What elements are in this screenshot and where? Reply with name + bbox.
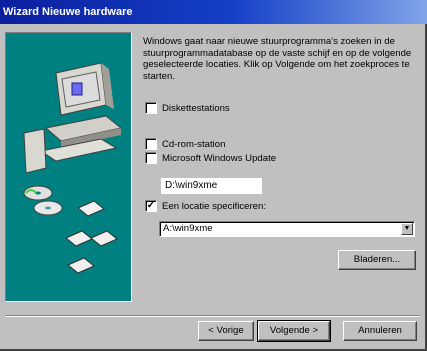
windows-update-label: Microsoft Windows Update <box>162 152 277 164</box>
cancel-button[interactable]: Annuleren <box>343 321 417 341</box>
location-combo[interactable]: A:\win9xme ▼ <box>159 221 415 237</box>
drive-path-text: D:\win9xme <box>161 178 262 194</box>
browse-button[interactable]: Bladeren... <box>338 250 416 270</box>
computer-icon <box>23 62 123 174</box>
cdrom-checkbox[interactable] <box>145 138 157 150</box>
diskette-icon <box>65 200 118 274</box>
window-title: Wizard Nieuwe hardware <box>3 6 133 18</box>
separator-line <box>6 315 420 317</box>
wizard-illustration <box>5 32 132 302</box>
floppy-label: Diskettestations <box>162 102 230 114</box>
specify-location-checkbox[interactable]: ✓ <box>145 200 157 212</box>
floppy-checkbox[interactable] <box>145 102 157 114</box>
windows-update-checkbox[interactable] <box>145 152 157 164</box>
back-button[interactable]: < Vorige <box>198 321 254 341</box>
wizard-window: Windows gaat naar nieuwe stuurprogramma'… <box>0 24 427 351</box>
specify-location-label: Een locatie specificeren: <box>162 200 266 212</box>
windows-update-checkbox-row[interactable]: Microsoft Windows Update <box>145 151 276 165</box>
chevron-down-icon[interactable]: ▼ <box>401 223 413 235</box>
next-button[interactable]: Volgende > <box>257 320 331 342</box>
floppy-checkbox-row[interactable]: Diskettestations <box>145 101 230 115</box>
location-combo-value: A:\win9xme <box>163 223 213 234</box>
cdrom-label: Cd-rom-station <box>162 138 226 150</box>
intro-text: Windows gaat naar nieuwe stuurprogramma'… <box>143 36 412 82</box>
window-title-bar[interactable]: Wizard Nieuwe hardware <box>0 0 427 24</box>
cdrom-checkbox-row[interactable]: Cd-rom-station <box>145 137 225 151</box>
specify-location-checkbox-row[interactable]: ✓ Een locatie specificeren: <box>145 199 266 213</box>
